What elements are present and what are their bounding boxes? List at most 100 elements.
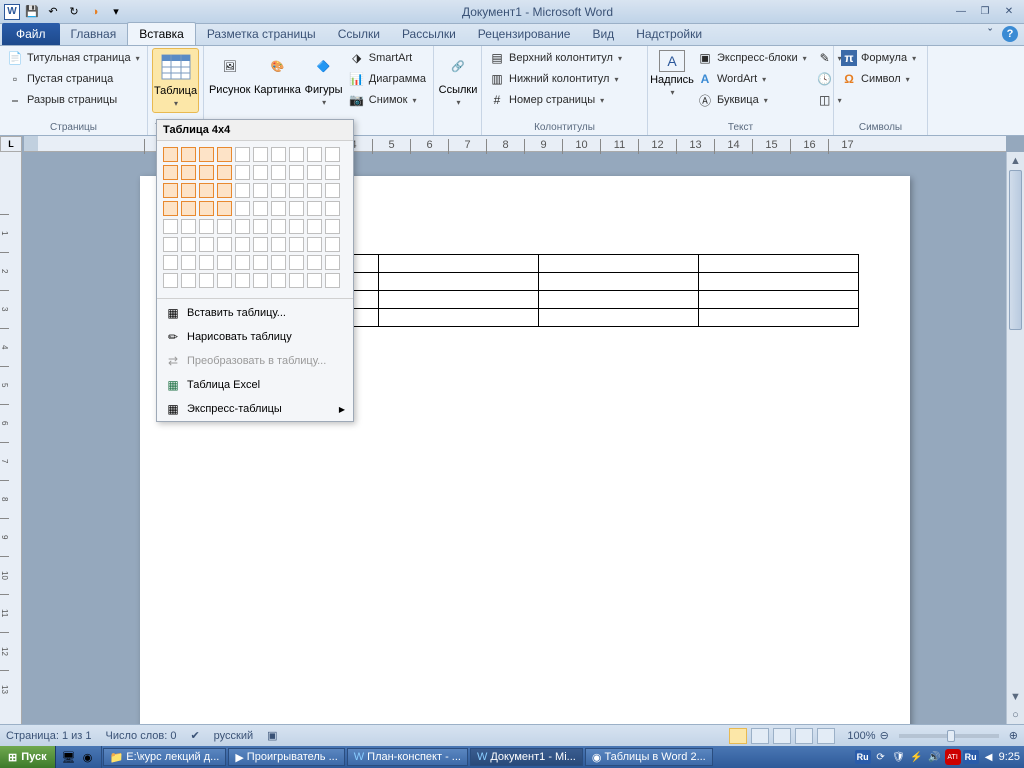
- tab-layout[interactable]: Разметка страницы: [196, 23, 327, 45]
- quick-tables-item[interactable]: ▦Экспресс-таблицы▶: [157, 397, 353, 421]
- tab-selector[interactable]: L: [0, 136, 22, 152]
- view-outline[interactable]: [795, 728, 813, 744]
- word-count[interactable]: Число слов: 0: [106, 730, 177, 742]
- grid-cell[interactable]: [181, 237, 196, 252]
- grid-cell[interactable]: [199, 237, 214, 252]
- tray-icon[interactable]: ⚡: [909, 749, 925, 765]
- close-button[interactable]: ✕: [998, 4, 1020, 20]
- grid-cell[interactable]: [217, 255, 232, 270]
- taskbar-item[interactable]: 📁E:\курс лекций д...: [103, 748, 227, 766]
- page-break-button[interactable]: ⎯Разрыв страницы: [4, 90, 143, 110]
- grid-cell[interactable]: [163, 219, 178, 234]
- qat-undo-icon[interactable]: ↶: [44, 3, 62, 21]
- grid-cell[interactable]: [307, 219, 322, 234]
- smartart-button[interactable]: ⬗SmartArt: [346, 48, 429, 68]
- grid-cell[interactable]: [235, 237, 250, 252]
- tab-addins[interactable]: Надстройки: [625, 23, 713, 45]
- grid-cell[interactable]: [289, 165, 304, 180]
- table-size-grid[interactable]: [157, 141, 353, 296]
- tab-references[interactable]: Ссылки: [327, 23, 391, 45]
- browse-object-icon[interactable]: ○: [1007, 706, 1024, 724]
- grid-cell[interactable]: [181, 147, 196, 162]
- taskbar-item-active[interactable]: WДокумент1 - Mi...: [470, 748, 583, 766]
- shapes-button[interactable]: 🔷Фигуры▾: [303, 48, 343, 111]
- view-print-layout[interactable]: [729, 728, 747, 744]
- grid-cell[interactable]: [235, 273, 250, 288]
- textbox-button[interactable]: AНадпись▾: [652, 48, 692, 101]
- grid-cell[interactable]: [325, 237, 340, 252]
- grid-cell[interactable]: [289, 273, 304, 288]
- grid-cell[interactable]: [325, 165, 340, 180]
- tab-mailings[interactable]: Рассылки: [391, 23, 467, 45]
- grid-cell[interactable]: [289, 255, 304, 270]
- grid-cell[interactable]: [253, 255, 268, 270]
- grid-cell[interactable]: [289, 237, 304, 252]
- grid-cell[interactable]: [181, 165, 196, 180]
- grid-cell[interactable]: [253, 273, 268, 288]
- taskbar-item[interactable]: ◉Таблицы в Word 2...: [585, 748, 713, 766]
- grid-cell[interactable]: [163, 273, 178, 288]
- grid-cell[interactable]: [217, 147, 232, 162]
- language-status[interactable]: русский: [214, 730, 253, 742]
- view-draft[interactable]: [817, 728, 835, 744]
- tab-insert[interactable]: Вставка: [127, 22, 196, 45]
- grid-cell[interactable]: [235, 165, 250, 180]
- tray-icon[interactable]: 🔊: [927, 749, 943, 765]
- grid-cell[interactable]: [253, 219, 268, 234]
- grid-cell[interactable]: [199, 273, 214, 288]
- grid-cell[interactable]: [181, 273, 196, 288]
- grid-cell[interactable]: [163, 255, 178, 270]
- minimize-ribbon-icon[interactable]: ˇ: [982, 26, 998, 42]
- draw-table-item[interactable]: ✏Нарисовать таблицу: [157, 325, 353, 349]
- scroll-down-icon[interactable]: ▼: [1007, 688, 1024, 706]
- ql-desktop-icon[interactable]: 🖥: [60, 748, 78, 766]
- grid-cell[interactable]: [235, 147, 250, 162]
- tray-icon[interactable]: ATI: [945, 749, 961, 765]
- language-indicator-2[interactable]: Ru: [963, 750, 979, 764]
- grid-cell[interactable]: [307, 273, 322, 288]
- qat-more-icon[interactable]: ▾: [107, 3, 125, 21]
- grid-cell[interactable]: [253, 183, 268, 198]
- tab-home[interactable]: Главная: [60, 23, 128, 45]
- grid-cell[interactable]: [199, 201, 214, 216]
- grid-cell[interactable]: [307, 165, 322, 180]
- start-button[interactable]: ⊞Пуск: [0, 746, 56, 768]
- grid-cell[interactable]: [199, 183, 214, 198]
- grid-cell[interactable]: [235, 183, 250, 198]
- wordart-button[interactable]: AWordArt▾: [694, 69, 810, 89]
- grid-cell[interactable]: [271, 201, 286, 216]
- quickparts-button[interactable]: ▣Экспресс-блоки▾: [694, 48, 810, 68]
- grid-cell[interactable]: [271, 183, 286, 198]
- vertical-scrollbar[interactable]: ▲ ▼ ○: [1006, 152, 1024, 724]
- restore-button[interactable]: ❐: [974, 4, 996, 20]
- zoom-level[interactable]: 100%: [847, 730, 875, 742]
- qat-custom-icon[interactable]: ◑: [86, 3, 104, 21]
- insert-table-item[interactable]: ▦Вставить таблицу...: [157, 301, 353, 325]
- header-button[interactable]: ▤Верхний колонтитул▾: [486, 48, 625, 68]
- taskbar-item[interactable]: WПлан-конспект - ...: [347, 748, 468, 766]
- grid-cell[interactable]: [271, 237, 286, 252]
- insert-mode-icon[interactable]: ▣: [267, 729, 277, 742]
- grid-cell[interactable]: [217, 165, 232, 180]
- scroll-up-icon[interactable]: ▲: [1007, 152, 1024, 170]
- ql-chrome-icon[interactable]: ◉: [79, 748, 97, 766]
- grid-cell[interactable]: [217, 237, 232, 252]
- zoom-out-button[interactable]: ⊖: [880, 729, 889, 742]
- tab-review[interactable]: Рецензирование: [467, 23, 582, 45]
- grid-cell[interactable]: [271, 219, 286, 234]
- grid-cell[interactable]: [289, 183, 304, 198]
- grid-cell[interactable]: [253, 165, 268, 180]
- scroll-thumb[interactable]: [1009, 170, 1022, 330]
- minimize-button[interactable]: —: [950, 4, 972, 20]
- equation-button[interactable]: πФормула▾: [838, 48, 919, 68]
- blank-page-button[interactable]: ▫Пустая страница: [4, 69, 143, 89]
- chart-button[interactable]: 📊Диаграмма: [346, 69, 429, 89]
- tray-icon[interactable]: 🛡: [891, 749, 907, 765]
- screenshot-button[interactable]: 📷Снимок▾: [346, 90, 429, 110]
- zoom-in-button[interactable]: ⊕: [1009, 729, 1018, 742]
- grid-cell[interactable]: [271, 255, 286, 270]
- help-icon[interactable]: ?: [1002, 26, 1018, 42]
- grid-cell[interactable]: [325, 273, 340, 288]
- qat-redo-icon[interactable]: ↻: [65, 3, 83, 21]
- grid-cell[interactable]: [235, 255, 250, 270]
